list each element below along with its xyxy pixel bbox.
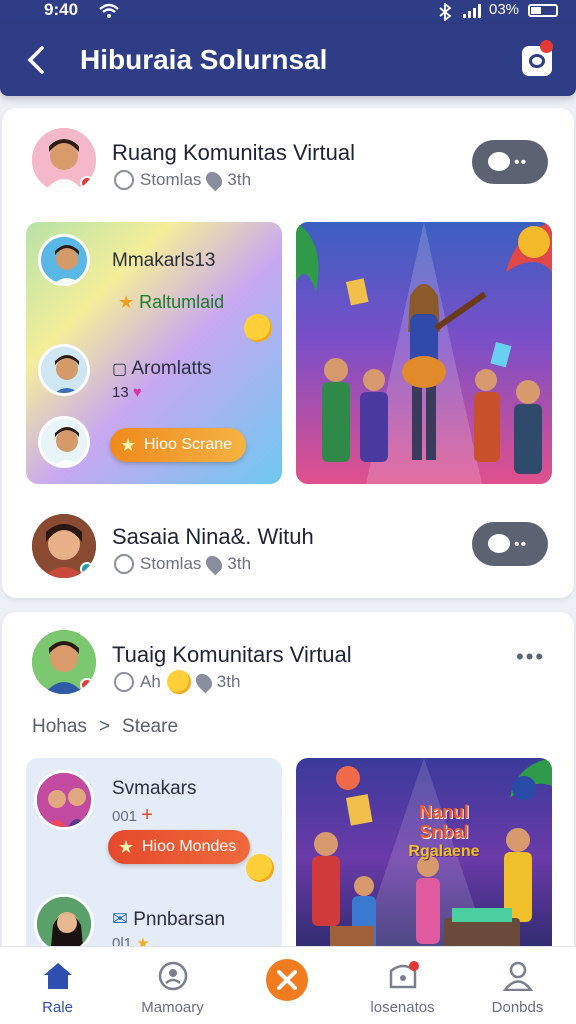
star-icon: ★ bbox=[118, 292, 135, 312]
breadcrumb-separator: > bbox=[98, 716, 111, 737]
member-avatar bbox=[34, 770, 94, 830]
location-icon bbox=[192, 670, 216, 694]
post-title[interactable]: Sasaia Nina&. Wituh bbox=[112, 524, 314, 550]
notification-icon bbox=[387, 961, 419, 991]
meta-time: 3th bbox=[227, 554, 252, 573]
member-avatar bbox=[34, 894, 94, 954]
signal-icon bbox=[462, 3, 484, 24]
chat-bubble-icon bbox=[488, 152, 510, 171]
post-meta: Ah 3th bbox=[114, 670, 240, 694]
smiley-emoji-icon bbox=[166, 670, 191, 694]
battery-percent: 03% bbox=[489, 1, 520, 18]
page-title: Hiburaia Solurnsal bbox=[80, 44, 328, 75]
meta-text: Stomlas bbox=[140, 170, 202, 189]
panel-green-label: ★ Raltumlaid bbox=[118, 292, 225, 312]
meta-time: 3th bbox=[227, 170, 252, 189]
post-meta: Stomlas 3th bbox=[114, 552, 252, 576]
community-panel[interactable]: Svmakars 001 + ★ Hioo Mondes ✉ Pnnbarsan… bbox=[26, 758, 282, 958]
plus-icon: + bbox=[141, 804, 153, 826]
location-icon bbox=[203, 552, 226, 576]
memory-icon bbox=[157, 961, 189, 991]
notification-button[interactable] bbox=[522, 40, 553, 76]
center-action-icon bbox=[266, 959, 308, 1001]
panel-mid-label: ▢ Aromlatts bbox=[112, 358, 212, 379]
tab-profile[interactable]: Donbds bbox=[460, 947, 575, 1024]
wifi-icon bbox=[98, 3, 120, 24]
panel-label: ✉ Pnnbarsan bbox=[112, 909, 226, 930]
status-bar: 9:40 03% bbox=[0, 0, 576, 24]
member-avatar bbox=[38, 344, 90, 396]
status-time: 9:40 bbox=[44, 0, 79, 19]
tab-center-action[interactable] bbox=[230, 947, 345, 1024]
post-card: Ruang Komunitas Virtual Stomlas 3th •• M… bbox=[2, 108, 574, 598]
post-title[interactable]: Ruang Komunitas Virtual bbox=[112, 140, 355, 166]
chevron-left-icon bbox=[27, 46, 44, 74]
document-icon: ▢ bbox=[112, 361, 128, 378]
more-dots-icon: •• bbox=[514, 154, 528, 171]
clock-icon bbox=[114, 672, 134, 692]
bluetooth-icon bbox=[438, 2, 452, 26]
panel-count: 13 ♥ bbox=[112, 384, 142, 401]
bottom-tab-bar: Rale Mamoary losenatos Donbds bbox=[0, 946, 576, 1024]
camera-icon bbox=[529, 54, 545, 68]
more-dots-icon: •• bbox=[514, 536, 528, 553]
back-button[interactable] bbox=[22, 40, 56, 80]
tab-label: Donbds bbox=[491, 999, 544, 1016]
event-poster: Nanul Snbal Rgalaene bbox=[408, 802, 480, 860]
avatar[interactable] bbox=[32, 128, 96, 192]
member-avatar bbox=[38, 234, 90, 286]
location-icon bbox=[203, 168, 226, 192]
concert-illustration[interactable] bbox=[296, 222, 552, 484]
panel-label: Svmakars bbox=[112, 778, 197, 799]
clock-icon bbox=[114, 170, 134, 190]
chat-button[interactable]: •• bbox=[472, 522, 548, 566]
panel-action-button[interactable]: ★ Hioo Mondes bbox=[108, 830, 251, 864]
breadcrumb: Hohas > Steare bbox=[32, 716, 178, 738]
chat-bubble-icon bbox=[488, 534, 510, 553]
star-icon: ★ bbox=[118, 837, 135, 857]
community-panel[interactable]: Mmakarls13 ★ Raltumlaid ▢ Aromlatts 13 ♥… bbox=[26, 222, 282, 484]
tab-label: Rale bbox=[42, 999, 73, 1016]
panel-top-label: Mmakarls13 bbox=[112, 250, 216, 271]
notification-dot bbox=[540, 40, 553, 53]
smiley-emoji-icon bbox=[246, 854, 274, 882]
breadcrumb-item[interactable]: Steare bbox=[122, 716, 178, 738]
meta-time: 3th bbox=[216, 672, 241, 691]
star-icon: ★ bbox=[120, 435, 137, 455]
tab-label: losenatos bbox=[370, 999, 435, 1016]
battery-icon bbox=[528, 4, 558, 17]
avatar[interactable] bbox=[32, 514, 96, 578]
avatar[interactable] bbox=[32, 630, 96, 694]
more-options-icon[interactable]: ••• bbox=[516, 644, 545, 670]
panel-action-button[interactable]: ★ Hioo Scrane bbox=[110, 428, 247, 462]
home-icon bbox=[42, 961, 74, 991]
panel-sub: 001 + bbox=[112, 804, 153, 826]
tab-home[interactable]: Rale bbox=[0, 947, 115, 1024]
tab-memory[interactable]: Mamoary bbox=[115, 947, 230, 1024]
mail-icon: ✉ bbox=[112, 909, 128, 930]
tab-notifications[interactable]: losenatos bbox=[345, 947, 460, 1024]
meta-text: Stomlas bbox=[140, 554, 202, 573]
app-bar: Hiburaia Solurnsal bbox=[0, 24, 576, 96]
meta-text: Ah bbox=[140, 672, 161, 691]
smiley-emoji-icon bbox=[244, 314, 272, 342]
heart-icon: ♥ bbox=[132, 384, 142, 401]
member-avatar bbox=[38, 416, 90, 468]
clock-icon bbox=[114, 554, 134, 574]
profile-icon bbox=[502, 961, 534, 992]
post-title[interactable]: Tuaig Komunitars Virtual bbox=[112, 642, 352, 668]
game-night-illustration[interactable]: Nanul Snbal Rgalaene bbox=[296, 758, 552, 958]
post-meta: Stomlas 3th bbox=[114, 168, 252, 192]
tab-label: Mamoary bbox=[141, 999, 204, 1016]
chat-button[interactable]: •• bbox=[472, 140, 548, 184]
breadcrumb-item[interactable]: Hohas bbox=[32, 716, 87, 738]
